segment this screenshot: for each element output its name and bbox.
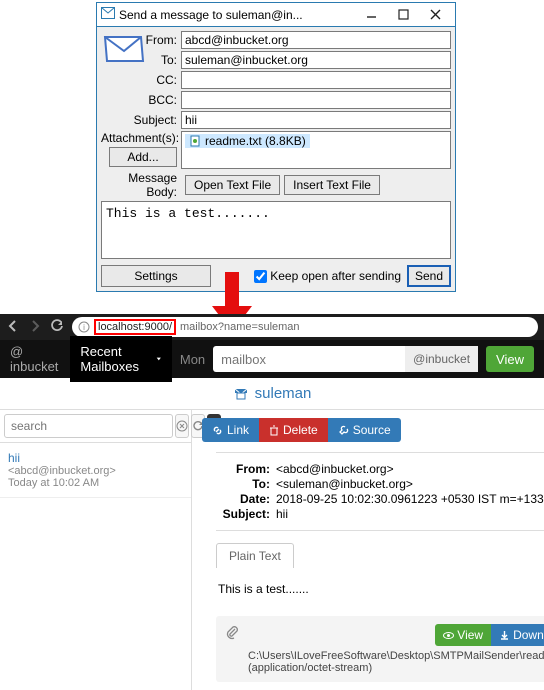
hdr-from-v: <abcd@inbucket.org>: [276, 462, 544, 476]
url-bar[interactable]: i localhost:9000/mailbox?name=suleman: [72, 317, 538, 337]
insert-file-button[interactable]: Insert Text File: [284, 175, 380, 195]
body-textarea[interactable]: This is a test.......: [101, 201, 451, 259]
trash2-icon: [269, 425, 279, 436]
delete-button[interactable]: Delete: [259, 418, 328, 442]
browser-window: i localhost:9000/mailbox?name=suleman @ …: [0, 314, 544, 690]
nav-link-mon[interactable]: Mon: [180, 352, 205, 367]
reload-icon[interactable]: [50, 319, 64, 336]
brand[interactable]: @ inbucket: [10, 344, 58, 374]
sidebar: hii <abcd@inbucket.org> Today at 10:02 A…: [0, 410, 192, 690]
hdr-subj-k: Subject:: [216, 507, 276, 521]
att-path: C:\Users\ILoveFreeSoftware\Desktop\SMTPM…: [248, 650, 544, 674]
back-icon[interactable]: [6, 319, 20, 336]
compose-window: Send a message to suleman@in... From: To…: [96, 2, 456, 292]
bcc-field[interactable]: [181, 91, 451, 109]
cc-label: CC:: [101, 73, 181, 87]
hdr-subj-v: hii: [276, 507, 544, 521]
mailbox-name: suleman: [255, 385, 312, 402]
titlebar[interactable]: Send a message to suleman@in...: [97, 3, 455, 27]
attachment-name: readme.txt (8.8KB): [205, 134, 306, 148]
headers: From:<abcd@inbucket.org> To:<suleman@inb…: [216, 452, 544, 531]
window-title: Send a message to suleman@in...: [119, 8, 355, 22]
attachment-list[interactable]: readme.txt (8.8KB): [181, 131, 451, 169]
keep-open-input[interactable]: [254, 270, 267, 283]
open-file-button[interactable]: Open Text File: [185, 175, 280, 195]
mail-icon: [101, 7, 115, 22]
from-label: From:: [141, 33, 181, 47]
attach-label: Attachment(s):: [101, 131, 177, 145]
mailbox-header: suleman: [0, 378, 544, 410]
bcc-label: BCC:: [101, 93, 181, 107]
to-label: To:: [141, 53, 181, 67]
content: Link Delete Source From:<abcd@inbucket.o…: [192, 410, 544, 690]
message-item[interactable]: hii <abcd@inbucket.org> Today at 10:02 A…: [0, 443, 191, 498]
settings-button[interactable]: Settings: [101, 265, 211, 287]
hdr-date-k: Date:: [216, 492, 276, 506]
forward-icon[interactable]: [28, 319, 42, 336]
download-icon: [499, 630, 510, 641]
msg-time: Today at 10:02 AM: [8, 477, 183, 489]
source-button[interactable]: Source: [328, 418, 401, 442]
caret-down-icon: [156, 355, 162, 363]
hdr-from-k: From:: [216, 462, 276, 476]
att-view-button[interactable]: View: [435, 624, 491, 646]
keep-open-checkbox[interactable]: Keep open after sending: [254, 269, 401, 283]
attachment-item[interactable]: readme.txt (8.8KB): [185, 134, 310, 148]
hdr-to-k: To:: [216, 477, 276, 491]
minimize-button[interactable]: [355, 5, 387, 25]
maximize-button[interactable]: [387, 5, 419, 25]
hdr-to-v: <suleman@inbucket.org>: [276, 477, 544, 491]
mailbox-icon: [233, 386, 249, 402]
url-host: localhost:9000/: [94, 319, 176, 335]
wrench-icon: [338, 425, 349, 436]
recent-dropdown[interactable]: Recent Mailboxes: [70, 336, 171, 382]
subject-field[interactable]: [181, 111, 451, 129]
add-button[interactable]: Add...: [109, 147, 177, 167]
mailbox-input[interactable]: [213, 346, 405, 372]
att-download-button[interactable]: Download: [491, 624, 544, 646]
body-label: Message Body:: [101, 171, 181, 199]
clear-icon[interactable]: [175, 414, 189, 438]
tab-plaintext[interactable]: Plain Text: [216, 543, 294, 568]
msg-from: <abcd@inbucket.org>: [8, 465, 183, 477]
body-text: This is a test.......: [202, 568, 544, 610]
from-field[interactable]: [181, 31, 451, 49]
search-input[interactable]: [4, 414, 173, 438]
cc-field[interactable]: [181, 71, 451, 89]
view-button[interactable]: View: [486, 346, 534, 372]
attachment-panel: View Download C:\Users\ILoveFreeSoftware…: [216, 616, 544, 682]
envelope-icon: [103, 33, 145, 65]
subject-label: Subject:: [101, 113, 181, 127]
close-button[interactable]: [419, 5, 451, 25]
eye-icon: [443, 630, 454, 641]
to-field[interactable]: [181, 51, 451, 69]
url-path: mailbox?name=suleman: [180, 321, 300, 333]
paperclip-icon: [224, 624, 240, 643]
hdr-date-v: 2018-09-25 10:02:30.0961223 +0530 IST m=…: [276, 492, 544, 506]
info-icon: i: [78, 321, 90, 333]
svg-text:i: i: [83, 323, 85, 332]
link-button[interactable]: Link: [202, 418, 259, 442]
link-icon: [212, 425, 223, 436]
file-icon: [189, 135, 201, 147]
msg-subject: hii: [8, 451, 183, 465]
navbar: @ inbucket Recent Mailboxes Mon @inbucke…: [0, 340, 544, 378]
send-button[interactable]: Send: [407, 265, 451, 287]
domain-label: @inbucket: [405, 346, 478, 372]
